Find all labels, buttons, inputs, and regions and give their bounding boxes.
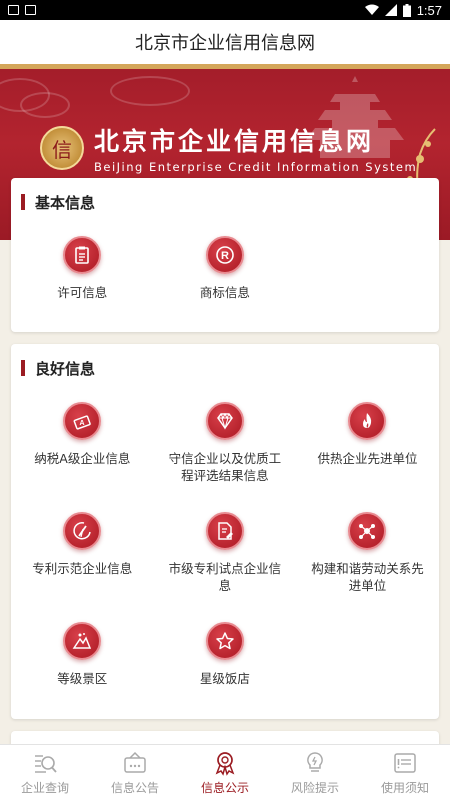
grid-item-label: 构建和谐劳动关系先进单位 bbox=[311, 561, 424, 593]
search-list-icon bbox=[35, 754, 57, 773]
svg-text:R: R bbox=[221, 250, 229, 262]
grid-item-patent-demo[interactable]: 专利示范企业信息 bbox=[11, 512, 154, 622]
trademark-icon: R bbox=[205, 236, 244, 274]
lightbulb-icon bbox=[307, 751, 323, 772]
svg-text:A: A bbox=[80, 420, 85, 427]
tab-info-announcement[interactable]: 信息公告 bbox=[90, 745, 180, 800]
banner-subtitle: BeiJing Enterprise Credit Information Sy… bbox=[94, 160, 418, 174]
announcement-icon bbox=[124, 751, 146, 773]
tax-icon: A bbox=[63, 402, 102, 440]
tab-label: 信息公示 bbox=[200, 780, 249, 795]
grid-item-tax-a-level[interactable]: A 纳税A级企业信息 bbox=[11, 402, 154, 512]
grid-item-label: 供热企业先进单位 bbox=[317, 451, 418, 466]
banner-gold-border bbox=[0, 64, 450, 69]
grid-item-label: 专利示范企业信息 bbox=[32, 561, 133, 576]
section-accent-bar bbox=[21, 194, 25, 210]
star-icon bbox=[205, 622, 244, 660]
grid-item-label: 纳税A级企业信息 bbox=[34, 451, 131, 466]
image-notification-icon bbox=[8, 5, 19, 15]
tab-label: 企业查询 bbox=[20, 780, 69, 795]
section-title: 基本信息 bbox=[35, 193, 96, 212]
tab-label: 信息公告 bbox=[110, 780, 159, 795]
tab-label: 风险提示 bbox=[290, 780, 339, 795]
grid-item-graded-scenic-area[interactable]: 等级景区 bbox=[11, 622, 154, 702]
tab-usage-notice[interactable]: 使用须知 bbox=[360, 745, 450, 800]
status-time: 1:57 bbox=[416, 2, 442, 18]
network-icon bbox=[348, 512, 387, 550]
section-header: 基本信息 bbox=[11, 178, 439, 226]
signal-icon bbox=[384, 4, 397, 16]
grid-item-label: 守信企业以及优质工程评选结果信息 bbox=[168, 451, 282, 483]
grid-item-label: 星级饭店 bbox=[199, 671, 250, 686]
cloud-ornament bbox=[20, 92, 70, 118]
grid-item-label: 市级专利试点企业信息 bbox=[168, 561, 282, 593]
grid-item-label: 许可信息 bbox=[57, 285, 108, 300]
grid-item-heating-enterprise[interactable]: 供热企业先进单位 bbox=[296, 402, 439, 512]
bottom-tab-bar: 企业查询 信息公告 信息公示 风险提示 使用须知 bbox=[0, 744, 450, 800]
flame-icon bbox=[348, 402, 387, 440]
credit-seal-icon: 信 bbox=[40, 126, 84, 170]
cloud-ornament bbox=[110, 76, 190, 106]
banner-title: 北京市企业信用信息网 bbox=[94, 127, 375, 156]
banner-logo: 信 北京市企业信用信息网 BeiJing Enterprise Credit I… bbox=[40, 122, 417, 174]
tab-risk-warning[interactable]: 风险提示 bbox=[270, 745, 360, 800]
tab-label: 使用须知 bbox=[380, 780, 429, 795]
app-notification-icon bbox=[25, 5, 36, 15]
notice-icon bbox=[394, 752, 416, 773]
grid-item-patent-pilot[interactable]: 市级专利试点企业信息 bbox=[154, 512, 297, 622]
section-title: 良好信息 bbox=[35, 359, 96, 378]
battery-icon bbox=[402, 3, 411, 17]
diamond-icon bbox=[205, 402, 244, 440]
grid-item-star-hotel[interactable]: 星级饭店 bbox=[154, 622, 297, 702]
good-info-card: 良好信息 A 纳税A级企业信息 守信企业以及优质工程评选结果信息 供热企业先进单… bbox=[11, 344, 439, 719]
basic-info-card: 基本信息 许可信息 R 商标信息 bbox=[11, 178, 439, 332]
clipboard-icon bbox=[63, 236, 102, 274]
grid-item-harmonious-labor[interactable]: 构建和谐劳动关系先进单位 bbox=[296, 512, 439, 622]
page-title: 北京市企业信用信息网 bbox=[135, 33, 315, 54]
grid-item-label: 等级景区 bbox=[57, 671, 108, 686]
grid-item-label: 商标信息 bbox=[199, 285, 250, 300]
award-icon bbox=[215, 751, 235, 776]
mountain-icon bbox=[63, 622, 102, 660]
status-bar: 1:57 bbox=[0, 0, 450, 20]
patent-icon bbox=[63, 512, 102, 550]
wifi-icon bbox=[364, 4, 379, 15]
document-edit-icon bbox=[205, 512, 244, 550]
grid-item-trustworthy-enterprise[interactable]: 守信企业以及优质工程评选结果信息 bbox=[154, 402, 297, 512]
grid-item-trademark-info[interactable]: R 商标信息 bbox=[154, 236, 297, 301]
section-header: 良好信息 bbox=[11, 344, 439, 392]
section-accent-bar bbox=[21, 360, 25, 376]
tab-info-disclosure[interactable]: 信息公示 bbox=[180, 745, 270, 800]
grid-item-license-info[interactable]: 许可信息 bbox=[11, 236, 154, 301]
tab-enterprise-search[interactable]: 企业查询 bbox=[0, 745, 90, 800]
app-title-bar: 北京市企业信用信息网 bbox=[0, 20, 450, 64]
